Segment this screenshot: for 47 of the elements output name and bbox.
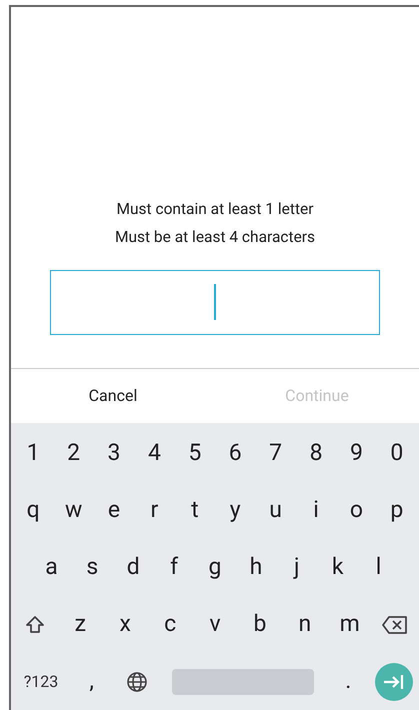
key[interactable]: d xyxy=(112,544,154,592)
key[interactable]: 9 xyxy=(336,430,377,478)
key[interactable]: w xyxy=(53,486,94,534)
key[interactable]: n xyxy=(282,600,328,648)
key[interactable]: e xyxy=(94,486,134,534)
key[interactable]: a xyxy=(31,544,72,592)
globe-icon xyxy=(126,670,148,692)
password-field[interactable] xyxy=(50,270,380,335)
key[interactable]: z xyxy=(58,600,103,648)
key[interactable]: o xyxy=(336,486,377,534)
key[interactable]: x xyxy=(102,600,148,648)
symbols-key[interactable]: ?123 xyxy=(13,658,69,706)
backspace-icon xyxy=(382,614,408,634)
key[interactable]: 1 xyxy=(13,430,54,478)
key[interactable]: 8 xyxy=(296,430,336,478)
key[interactable]: b xyxy=(237,600,282,648)
key[interactable]: 3 xyxy=(94,430,134,478)
key[interactable]: i xyxy=(296,486,336,534)
key[interactable]: 2 xyxy=(53,430,94,478)
key[interactable]: . xyxy=(326,658,371,706)
key[interactable]: l xyxy=(358,544,400,592)
key[interactable]: k xyxy=(317,544,358,592)
key[interactable]: q xyxy=(13,486,54,534)
key[interactable]: m xyxy=(327,600,372,648)
key[interactable]: u xyxy=(255,486,296,534)
key[interactable]: , xyxy=(69,658,114,706)
key[interactable]: s xyxy=(72,544,113,592)
key[interactable]: c xyxy=(148,600,193,648)
key[interactable]: 5 xyxy=(174,430,216,478)
key[interactable]: r xyxy=(134,486,175,534)
tab-arrow-icon xyxy=(382,672,405,690)
key[interactable]: h xyxy=(235,544,276,592)
key[interactable]: p xyxy=(376,486,418,534)
key[interactable]: 4 xyxy=(134,430,175,478)
key[interactable]: j xyxy=(276,544,318,592)
shift-icon xyxy=(25,614,46,634)
cancel-button[interactable]: Cancel xyxy=(80,380,146,412)
key[interactable]: g xyxy=(194,544,236,592)
key[interactable]: f xyxy=(154,544,195,592)
key[interactable]: v xyxy=(192,600,238,648)
hint-text: Must contain at least 1 letter xyxy=(116,199,314,220)
key[interactable]: 6 xyxy=(215,430,256,478)
key[interactable]: y xyxy=(215,486,256,534)
hint-text: Must be at least 4 characters xyxy=(114,226,316,248)
key[interactable]: 7 xyxy=(255,430,296,478)
key[interactable]: t xyxy=(174,486,216,534)
key[interactable]: 0 xyxy=(376,430,418,478)
